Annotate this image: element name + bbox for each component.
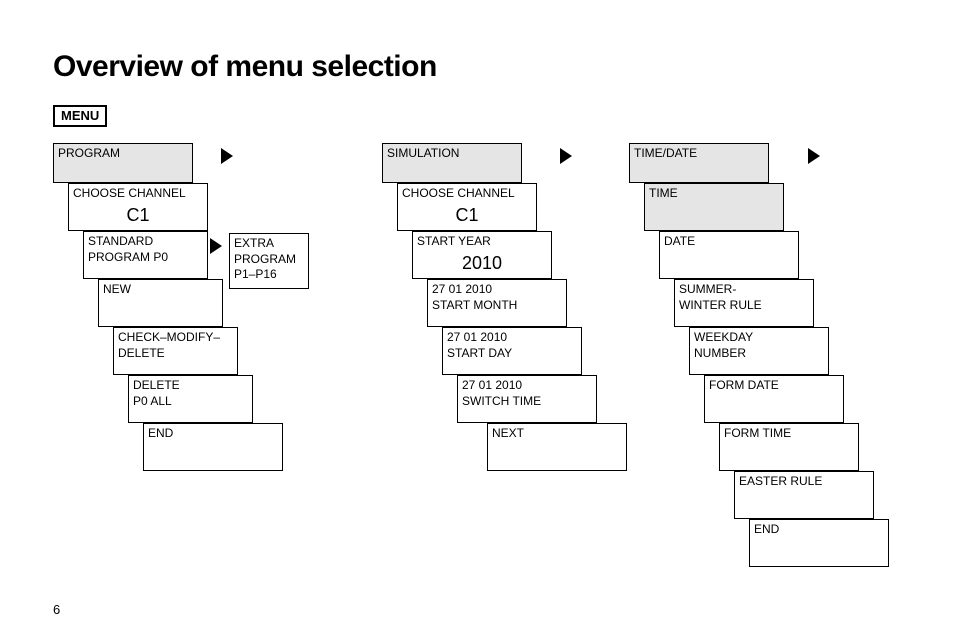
value: 2010: [417, 252, 547, 275]
col3-date: DATE: [659, 231, 799, 279]
col1-delete-all: DELETE P0 ALL: [128, 375, 253, 423]
label: SWITCH TIME: [462, 394, 541, 408]
label: START MONTH: [432, 298, 517, 312]
col2-next: NEXT: [487, 423, 627, 471]
arrow-icon: [221, 148, 233, 164]
col3-form-time: FORM TIME: [719, 423, 859, 471]
menu-label: MENU: [53, 105, 107, 127]
col3-end: END: [749, 519, 889, 567]
col3-summer-winter: SUMMER- WINTER RULE: [674, 279, 814, 327]
value: C1: [402, 204, 532, 227]
page-number: 6: [53, 602, 60, 617]
label: CHOOSE CHANNEL: [402, 186, 515, 200]
col2-choose-channel: CHOOSE CHANNEL C1: [397, 183, 537, 231]
col2-switch-time: 27 01 2010 SWITCH TIME: [457, 375, 597, 423]
col3-easter-rule: EASTER RULE: [734, 471, 874, 519]
col2-start-day: 27 01 2010 START DAY: [442, 327, 582, 375]
date: 27 01 2010: [432, 282, 492, 296]
arrow-icon: [210, 238, 222, 254]
col1-new: NEW: [98, 279, 223, 327]
col3-weekday-number: WEEKDAY NUMBER: [689, 327, 829, 375]
col3-time: TIME: [644, 183, 784, 231]
col1-extra-program: EXTRA PROGRAM P1–P16: [229, 233, 309, 289]
date: 27 01 2010: [447, 330, 507, 344]
col1-standard-program: STANDARD PROGRAM P0: [83, 231, 208, 279]
col2-start-year: START YEAR 2010: [412, 231, 552, 279]
value: C1: [73, 204, 203, 227]
col3-form-date: FORM DATE: [704, 375, 844, 423]
label: START DAY: [447, 346, 512, 360]
col1-check-modify-delete: CHECK–MODIFY– DELETE: [113, 327, 238, 375]
arrow-icon: [560, 148, 572, 164]
col1-end: END: [143, 423, 283, 471]
col3-top: TIME/DATE: [629, 143, 769, 183]
arrow-icon: [808, 148, 820, 164]
col2-top: SIMULATION: [382, 143, 522, 183]
date: 27 01 2010: [462, 378, 522, 392]
col2-start-month: 27 01 2010 START MONTH: [427, 279, 567, 327]
col1-top: PROGRAM: [53, 143, 193, 183]
label: START YEAR: [417, 234, 491, 248]
col1-choose-channel: CHOOSE CHANNEL C1: [68, 183, 208, 231]
label: CHOOSE CHANNEL: [73, 186, 186, 200]
page-title: Overview of menu selection: [53, 50, 437, 84]
